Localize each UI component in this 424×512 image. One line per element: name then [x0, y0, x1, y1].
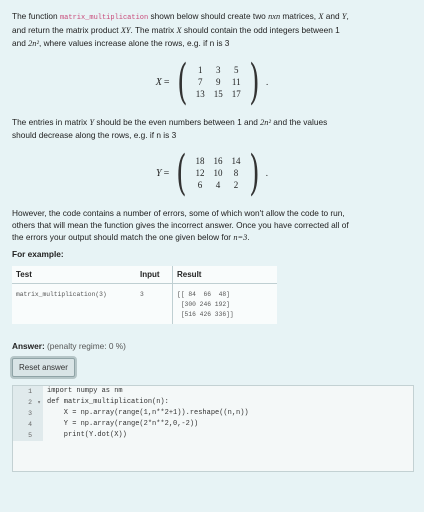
result-line: [300 246 192]	[177, 301, 230, 308]
code-line[interactable]: 1 import numpy as nm	[13, 386, 413, 397]
matrix-tail: .	[265, 77, 269, 87]
left-paren: (	[176, 54, 188, 110]
intro-text: ,	[346, 11, 349, 21]
matrix-cell: 16	[213, 156, 223, 166]
math-nxn: nxn	[268, 12, 281, 21]
matrix-x-grid: 1 3 5 7 9 11 13 15 17	[191, 65, 245, 99]
intro-text: . The matrix	[130, 25, 177, 35]
matrix-cell: 18	[195, 156, 205, 166]
code-line[interactable]: 2 ▾ def matrix_multiplication(n):	[13, 397, 413, 408]
intro-paragraph: The function matrix_multiplication shown…	[12, 10, 412, 50]
fold-toggle	[35, 419, 43, 430]
matrix-cell: 11	[231, 77, 241, 87]
code-text[interactable]: Y = np.array(range(2*n**2,0,-2))	[43, 419, 198, 430]
input-cell: 3	[140, 291, 144, 298]
intro-text: , where values increase alone the rows, …	[38, 38, 230, 48]
line-number: 2	[13, 397, 35, 408]
right-paren: )	[249, 145, 260, 201]
question-container: The function matrix_multiplication shown…	[0, 0, 424, 472]
matrix-cell: 2	[233, 180, 239, 190]
line-number: 1	[13, 386, 35, 397]
header-input: Input	[136, 266, 173, 284]
line-number: 5	[13, 430, 35, 441]
matrix-cell: 17	[231, 89, 241, 99]
example-table: Test Input Result matrix_multiplication(…	[12, 266, 277, 324]
line-number: 3	[13, 408, 35, 419]
math-2n2: 2n²	[28, 39, 39, 48]
matrix-cell: 1	[198, 65, 203, 75]
math-2n2: 2n²	[260, 118, 271, 127]
para-text: The entries in matrix	[12, 117, 90, 127]
line-number: 4	[13, 419, 35, 430]
result-cell: [[ 84 66 48] [300 246 192] [516 426 336]…	[172, 283, 277, 324]
para-text: should decrease along the rows, e.g. if …	[12, 130, 177, 140]
result-line: [[ 84 66 48]	[177, 291, 230, 298]
right-paren: )	[249, 54, 260, 110]
penalty-text: (penalty regime: 0 %)	[47, 341, 126, 351]
answer-section: Answer: (penalty regime: 0 %) Reset answ…	[12, 340, 412, 377]
intro-text: and return the matrix product	[12, 25, 121, 35]
errors-paragraph: However, the code contains a number of e…	[12, 207, 412, 244]
code-editor[interactable]: 1 import numpy as nm 2 ▾ def matrix_mult…	[12, 385, 414, 472]
code-text[interactable]: print(Y.dot(X))	[43, 430, 127, 441]
matrix-cell: 14	[231, 156, 241, 166]
matrix-tail: .	[265, 168, 268, 178]
example-label: For example:	[12, 249, 64, 259]
table-row: matrix_multiplication(3) 3 [[ 84 66 48] …	[12, 283, 277, 324]
para-text: should be the even numbers between 1 and	[94, 117, 261, 127]
matrix-x-display: X = ( 1 3 5 7 9 11 13 15 17 ) .	[12, 58, 412, 106]
matrix-cell: 7	[198, 77, 203, 87]
matrix-cell: 4	[215, 180, 221, 190]
code-text[interactable]: import numpy as nm	[43, 386, 123, 397]
intro-text: and	[323, 11, 342, 21]
matrix-cell: 13	[195, 89, 205, 99]
matrix-cell: 5	[234, 65, 239, 75]
matrix-cell: 6	[197, 180, 203, 190]
editor-empty-area[interactable]	[13, 441, 413, 471]
matrix-cell: 15	[213, 89, 223, 99]
table-header-row: Test Input Result	[12, 266, 277, 284]
test-cell: matrix_multiplication(3)	[16, 291, 107, 298]
answer-label: Answer:	[12, 341, 45, 351]
para-text: .	[247, 232, 250, 242]
code-line[interactable]: 3 X = np.array(range(1,n**2+1)).reshape(…	[13, 408, 413, 419]
matrix-cell: 9	[216, 77, 221, 87]
left-paren: (	[176, 145, 187, 201]
intro-text: matrices,	[280, 11, 319, 21]
matrix-cell: 8	[233, 168, 239, 178]
para-text: others that will mean the function gives…	[12, 220, 349, 230]
fold-toggle	[35, 430, 43, 441]
equals-sign: =	[163, 167, 170, 179]
equals-sign: =	[163, 76, 170, 88]
intro-text: shown below should create two	[148, 11, 269, 21]
code-text[interactable]: def matrix_multiplication(n):	[43, 397, 169, 408]
reset-answer-button[interactable]: Reset answer	[12, 358, 75, 377]
intro-text: and	[12, 38, 29, 48]
matrix-x-name: X	[155, 76, 162, 88]
matrix-y-name: Y	[156, 167, 162, 179]
matrix-y-paragraph: The entries in matrix Y should be the ev…	[12, 116, 412, 141]
result-line: [516 426 336]]	[177, 311, 234, 318]
para-text: and the values	[270, 117, 328, 127]
code-line[interactable]: 4 Y = np.array(range(2*n**2,0,-2))	[13, 419, 413, 430]
intro-text: The function	[12, 11, 60, 21]
fold-toggle	[35, 386, 43, 397]
code-text[interactable]: X = np.array(range(1,n**2+1)).reshape((n…	[43, 408, 249, 419]
para-text: the errors your output should match the …	[12, 232, 234, 242]
intro-text: should contain the odd integers between …	[181, 25, 340, 35]
matrix-cell: 10	[213, 168, 223, 178]
math-n3: n=3	[233, 233, 248, 242]
fold-toggle	[35, 408, 43, 419]
matrix-cell: 3	[216, 65, 221, 75]
code-line[interactable]: 5 print(Y.dot(X))	[13, 430, 413, 441]
header-test: Test	[12, 266, 136, 284]
math-xy: XY	[120, 26, 131, 35]
para-text: However, the code contains a number of e…	[12, 208, 345, 218]
function-name: matrix_multiplication	[59, 14, 149, 22]
header-result: Result	[172, 266, 277, 284]
matrix-y-grid: 18 16 14 12 10 8 6 4 2	[191, 156, 245, 190]
matrix-cell: 12	[195, 168, 205, 178]
fold-toggle-icon[interactable]: ▾	[35, 397, 43, 408]
matrix-y-display: Y = ( 18 16 14 12 10 8 6 4 2 ) .	[12, 149, 412, 197]
